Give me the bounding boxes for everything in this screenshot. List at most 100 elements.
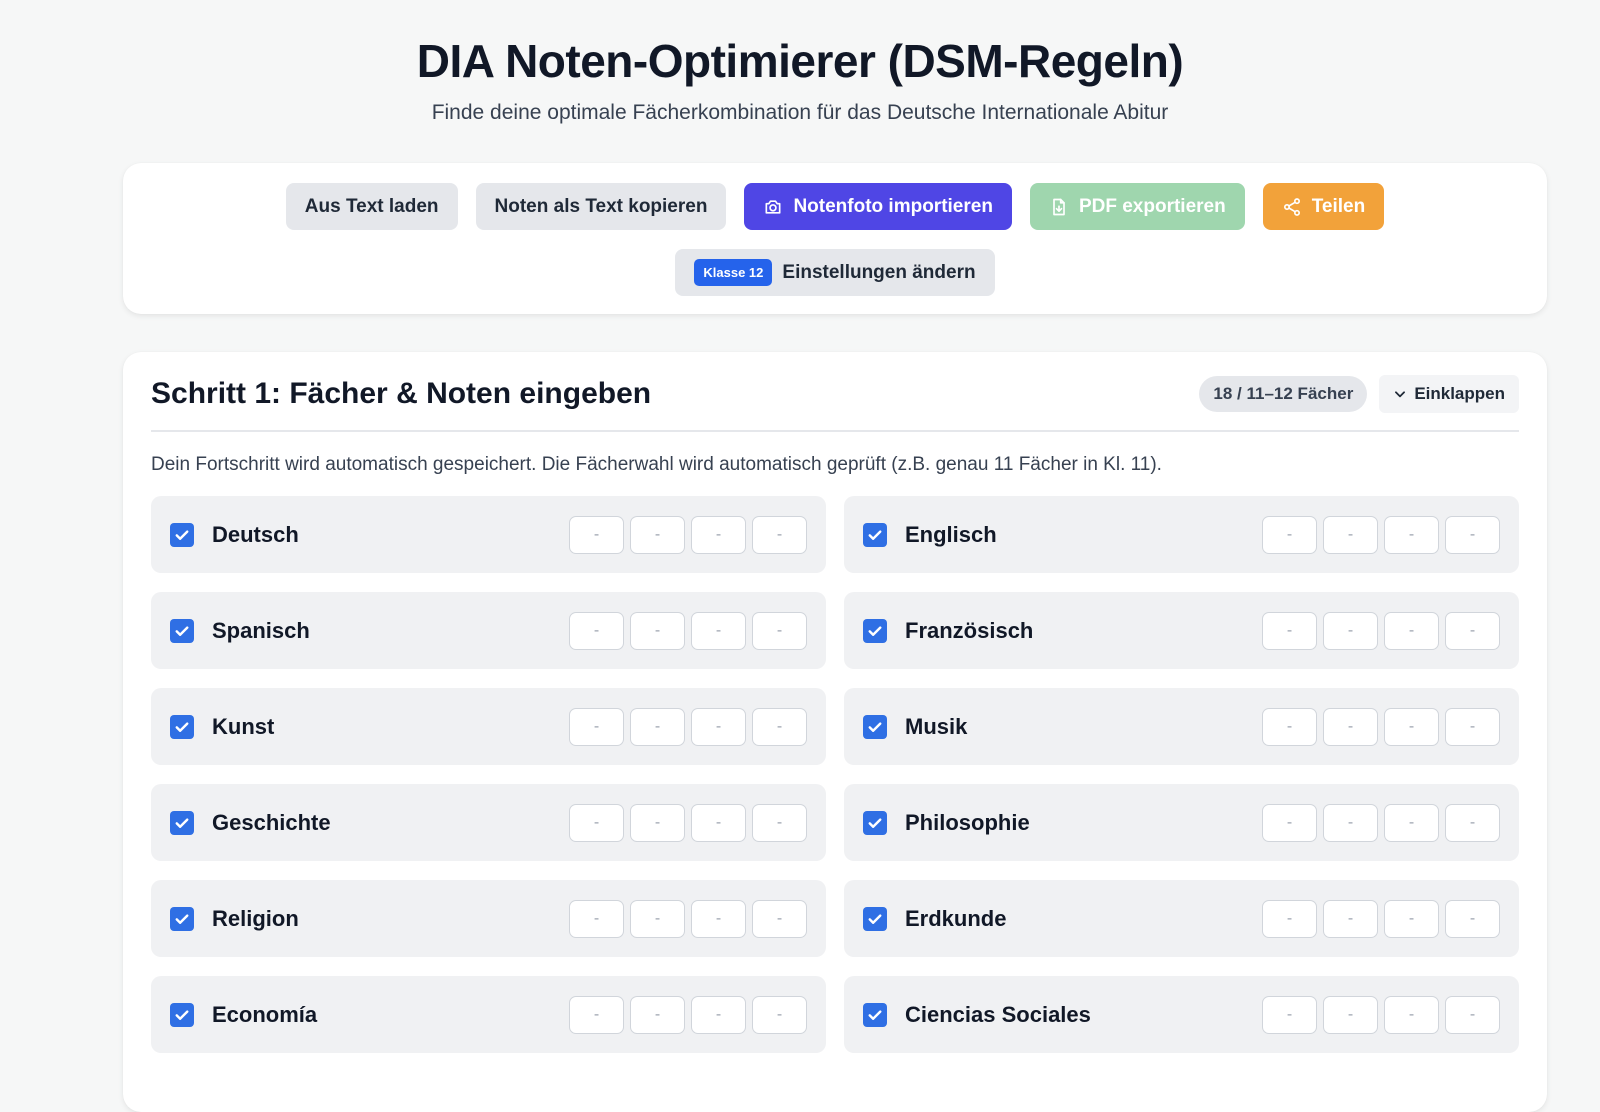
- grade-input[interactable]: -: [691, 995, 746, 1034]
- subject-checkbox[interactable]: [863, 618, 887, 643]
- chevron-down-icon: [1395, 391, 1406, 398]
- subject-row: Erdkunde - - - -: [844, 880, 1519, 957]
- grade-input[interactable]: -: [752, 515, 807, 554]
- grade-input[interactable]: -: [630, 707, 685, 746]
- subject-checkbox[interactable]: [170, 714, 194, 739]
- grade-inputs: ----: [1262, 995, 1500, 1034]
- grade-input[interactable]: -: [691, 899, 746, 938]
- grade-input[interactable]: -: [1445, 995, 1500, 1034]
- grade-inputs: ----: [1262, 515, 1500, 554]
- grade-input[interactable]: -: [630, 515, 685, 554]
- subject-name: Französisch: [905, 617, 1034, 643]
- subject-checkbox[interactable]: [170, 906, 194, 931]
- grade-input[interactable]: -: [1323, 995, 1378, 1034]
- grade-input[interactable]: -: [1323, 899, 1378, 938]
- grade-input[interactable]: -: [1262, 899, 1317, 938]
- grade-input[interactable]: -: [1323, 515, 1378, 554]
- subject-checkbox[interactable]: [863, 1002, 887, 1027]
- grade-input[interactable]: -: [691, 707, 746, 746]
- grade-inputs: ----: [1262, 611, 1500, 650]
- grade-input[interactable]: -: [630, 803, 685, 842]
- grade-input[interactable]: -: [752, 995, 807, 1034]
- grade-input[interactable]: -: [1262, 611, 1317, 650]
- grade-input[interactable]: -: [630, 611, 685, 650]
- grade-input[interactable]: -: [752, 899, 807, 938]
- grade-input[interactable]: -: [1384, 611, 1439, 650]
- grade-input[interactable]: -: [569, 995, 624, 1034]
- grade-input[interactable]: -: [1323, 803, 1378, 842]
- subject-row: Musik - - - -: [844, 688, 1519, 765]
- grade-input[interactable]: -: [569, 707, 624, 746]
- grade-input[interactable]: -: [1384, 707, 1439, 746]
- grade-inputs: ----: [569, 995, 807, 1034]
- grade-input[interactable]: -: [1384, 803, 1439, 842]
- subject-checkbox[interactable]: [170, 810, 194, 835]
- step1-header: Schritt 1: Fächer & Noten eingeben 18 / …: [151, 358, 1519, 432]
- export-pdf-button[interactable]: PDF exportieren: [1029, 183, 1245, 230]
- toolbar-card: Aus Text laden Noten als Text kopieren N…: [123, 163, 1547, 314]
- class-badge: Klasse 12: [694, 259, 773, 286]
- grade-input[interactable]: -: [1262, 803, 1317, 842]
- grade-input[interactable]: -: [630, 899, 685, 938]
- subject-name: Ciencias Sociales: [905, 1001, 1091, 1027]
- subject-checkbox[interactable]: [170, 1002, 194, 1027]
- grade-input[interactable]: -: [1445, 899, 1500, 938]
- grade-input[interactable]: -: [1445, 515, 1500, 554]
- subject-name: Spanisch: [212, 617, 310, 643]
- load-from-text-button[interactable]: Aus Text laden: [285, 183, 458, 230]
- checkmark-icon: [868, 913, 882, 924]
- collapse-button[interactable]: Einklappen: [1379, 375, 1519, 413]
- grade-input[interactable]: -: [569, 899, 624, 938]
- checkmark-icon: [175, 625, 189, 636]
- share-label: Teilen: [1311, 195, 1366, 217]
- grade-input[interactable]: -: [1262, 707, 1317, 746]
- grade-inputs: ----: [1262, 707, 1500, 746]
- subject-name: Geschichte: [212, 809, 331, 835]
- grade-input[interactable]: -: [569, 515, 624, 554]
- grade-input[interactable]: -: [752, 611, 807, 650]
- grade-input[interactable]: -: [752, 803, 807, 842]
- subject-name: Kunst: [212, 713, 275, 739]
- grade-input[interactable]: -: [752, 707, 807, 746]
- change-settings-button[interactable]: Klasse 12 Einstellungen ändern: [675, 249, 995, 296]
- grade-inputs: ----: [1262, 803, 1500, 842]
- subject-count-badge: 18 / 11–12 Fächer: [1199, 376, 1368, 412]
- grade-input[interactable]: -: [1323, 611, 1378, 650]
- subject-checkbox[interactable]: [863, 522, 887, 547]
- grade-input[interactable]: -: [1384, 515, 1439, 554]
- share-button[interactable]: Teilen: [1262, 183, 1385, 230]
- subject-checkbox[interactable]: [170, 522, 194, 547]
- subject-name: Deutsch: [212, 521, 299, 547]
- grade-input[interactable]: -: [1384, 899, 1439, 938]
- grade-inputs: ----: [569, 707, 807, 746]
- subject-row: Ciencias Sociales - - - -: [844, 976, 1519, 1053]
- grade-input[interactable]: -: [1384, 995, 1439, 1034]
- grade-input[interactable]: -: [1323, 707, 1378, 746]
- subject-checkbox[interactable]: [863, 714, 887, 739]
- grade-input[interactable]: -: [691, 611, 746, 650]
- grade-inputs: ----: [569, 803, 807, 842]
- checkmark-icon: [868, 529, 882, 540]
- subject-checkbox[interactable]: [863, 810, 887, 835]
- change-settings-label: Einstellungen ändern: [782, 261, 976, 283]
- grade-input[interactable]: -: [1445, 611, 1500, 650]
- grade-input[interactable]: -: [569, 611, 624, 650]
- grade-input[interactable]: -: [1262, 515, 1317, 554]
- grade-input[interactable]: -: [1445, 707, 1500, 746]
- grade-input[interactable]: -: [691, 515, 746, 554]
- grade-input[interactable]: -: [1445, 803, 1500, 842]
- import-grade-photo-button[interactable]: Notenfoto importieren: [744, 183, 1012, 230]
- subject-checkbox[interactable]: [170, 618, 194, 643]
- subject-checkbox[interactable]: [863, 906, 887, 931]
- grade-input[interactable]: -: [569, 803, 624, 842]
- grade-inputs: ----: [1262, 899, 1500, 938]
- subject-name: Erdkunde: [905, 905, 1007, 931]
- checkmark-icon: [175, 721, 189, 732]
- grade-input[interactable]: -: [691, 803, 746, 842]
- subject-row: Englisch - - - -: [844, 496, 1519, 573]
- grade-input[interactable]: -: [1262, 995, 1317, 1034]
- checkmark-icon: [175, 913, 189, 924]
- autosave-hint: Dein Fortschritt wird automatisch gespei…: [151, 454, 1162, 475]
- grade-input[interactable]: -: [630, 995, 685, 1034]
- copy-grades-text-button[interactable]: Noten als Text kopieren: [475, 183, 727, 230]
